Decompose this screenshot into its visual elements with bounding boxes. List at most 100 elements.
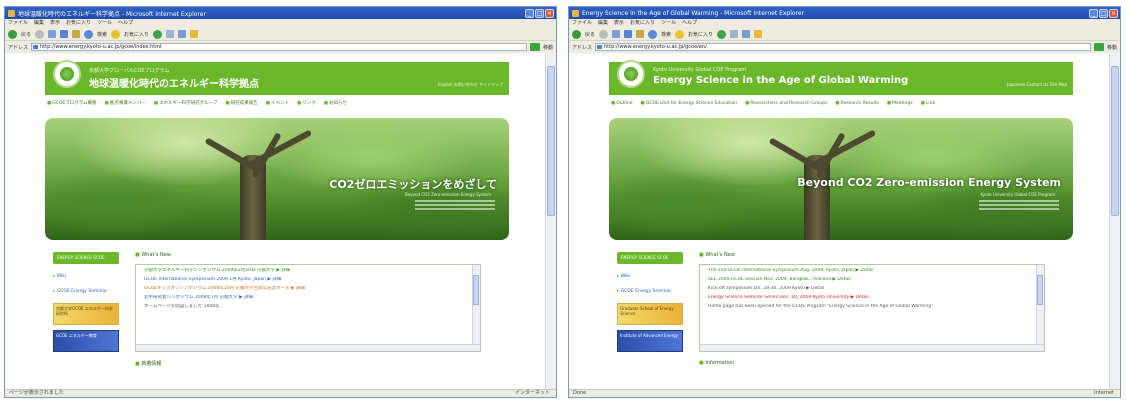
sidebar-link[interactable]: GCOE Energy Seminar [617,289,683,294]
folder-icon[interactable] [190,30,199,38]
news-scrollbar[interactable] [472,265,480,351]
news-item[interactable]: 京都大学エネルギー科学シンポジウム 2009年2月20日 京都大学 ▶ 詳細 [144,268,464,273]
refresh-icon[interactable] [624,30,633,38]
news-item[interactable]: SEE 2009 GCOE Session Nov. 2009, Bangkok… [708,277,1028,282]
stop-icon[interactable] [48,30,57,38]
print-icon[interactable] [178,30,187,38]
favorites-button-label[interactable]: お気に入り [124,31,149,38]
sidebar-image-link[interactable]: 京都大学GCOE エネルギー科学研究所 [53,303,119,325]
news-scroll-thumb[interactable] [1037,275,1043,305]
print-icon[interactable] [742,30,751,38]
news-item[interactable]: ホームページを開設しました 2008年 [144,304,464,309]
window-titlebar[interactable]: Energy Science in the Age of Global Warm… [569,7,1120,19]
back-button-label[interactable]: 戻る [21,31,31,38]
menu-item[interactable]: お気に入り [630,19,655,28]
search-icon[interactable] [648,29,658,39]
stop-icon[interactable] [612,30,621,38]
nav-link[interactable]: エネルギー科学研究グループ [154,101,217,117]
forward-arrow-icon[interactable] [35,29,45,39]
mail-icon[interactable] [166,30,175,38]
nav-link[interactable]: Meetings [887,101,913,117]
nav-link[interactable]: イベント [266,101,289,117]
back-arrow-icon[interactable] [8,29,17,39]
page-scroll-thumb[interactable] [1111,66,1119,216]
page-scrollbar[interactable] [1109,54,1120,391]
gcoe-logo[interactable] [53,60,81,88]
home-icon[interactable] [72,30,81,38]
menu-item[interactable]: ヘルプ [118,19,133,28]
menu-item[interactable]: ヘルプ [682,19,697,28]
address-input[interactable]: http://www.energy.kyoto-u.ac.jp/gcoe/en/ [595,43,1091,51]
nav-link[interactable]: Outline [611,101,632,117]
mail-icon[interactable] [730,30,739,38]
minimize-button[interactable]: _ [525,8,534,18]
gcoe-logo[interactable] [617,60,645,88]
search-button-label[interactable]: 検索 [97,31,107,38]
nav-link[interactable]: Researchers and Research Groups [745,101,827,117]
nav-link[interactable]: GCOEプログラム概要 [47,101,96,117]
close-button[interactable]: × [545,8,554,18]
menu-item[interactable]: ツール [661,19,676,28]
sidebar-link[interactable]: Wiki [617,274,683,279]
favorites-star-icon[interactable] [675,29,685,39]
nav-link[interactable]: 研究成果報告 [225,101,258,117]
menu-item[interactable]: ファイル [8,19,28,28]
search-button-label[interactable]: 検索 [661,31,671,38]
home-icon[interactable] [636,30,645,38]
forward-arrow-icon[interactable] [599,29,609,39]
news-item[interactable]: GCOEキックオフシンポジウム 2008年10月 京都大学百周年記念ホール ▶ … [144,286,464,291]
news-horizontal-scrollbar[interactable] [136,344,480,351]
search-icon[interactable] [84,29,94,39]
back-button-label[interactable]: 戻る [585,31,595,38]
sidebar-banner[interactable]: ENERGY SCIENCE GCOE [53,252,119,264]
menu-item[interactable]: ファイル [572,19,592,28]
nav-link[interactable]: お知らせ [324,101,347,117]
news-item[interactable]: 若手研究者シンポジウム 2008年7月 京都大学 ▶ 詳細 [144,295,464,300]
sidebar-image-link[interactable]: Graduate School of Energy Science [617,303,683,325]
news-scrollbar[interactable] [1036,265,1044,351]
news-scroll-thumb[interactable] [473,275,479,305]
maximize-button[interactable]: □ [1099,8,1108,18]
news-item[interactable]: The 2nd GCOE International Symposium Aug… [708,268,1028,273]
menu-item[interactable]: ツール [97,19,112,28]
page-scroll-thumb[interactable] [547,66,555,216]
refresh-icon[interactable] [60,30,69,38]
history-icon[interactable] [153,29,163,39]
news-horizontal-scrollbar[interactable] [700,344,1044,351]
go-button-label[interactable]: 移動 [543,44,553,51]
page-scrollbar[interactable] [545,54,556,391]
history-icon[interactable] [717,29,727,39]
news-item[interactable]: GCOE International Symposium 2009 1月 Kyo… [144,277,464,282]
news-item[interactable]: Energy Science Seminar Series Dec. 10, 2… [708,295,1028,300]
window-titlebar[interactable]: 地球温暖化時代のエネルギー科学拠点 - Microsoft Internet E… [5,7,556,19]
back-arrow-icon[interactable] [572,29,581,39]
header-links[interactable]: English お問い合わせ サイトマップ [438,82,503,88]
sidebar-link[interactable]: GCOE Energy Seminar [53,289,119,294]
close-button[interactable]: × [1109,8,1118,18]
menu-item[interactable]: 表示 [614,19,624,28]
menu-item[interactable]: 表示 [50,19,60,28]
favorites-star-icon[interactable] [111,29,121,39]
menu-item[interactable]: お気に入り [66,19,91,28]
maximize-button[interactable]: □ [535,8,544,18]
nav-link[interactable]: 拠点事業メンバー [105,101,146,117]
sidebar-link[interactable]: Wiki [53,274,119,279]
news-item[interactable]: Kick-off symposium Jan. 28-30, 2009 Kyot… [708,286,1028,291]
menu-item[interactable]: 編集 [598,19,608,28]
go-button-label[interactable]: 移動 [1107,44,1117,51]
header-links[interactable]: Japanese Contact Us Site Map [1007,82,1067,87]
minimize-button[interactable]: _ [1089,8,1098,18]
folder-icon[interactable] [754,30,763,38]
go-arrow-icon[interactable] [529,43,540,51]
sidebar-image-link[interactable]: GCOE エネルギー教育 [53,330,119,352]
go-arrow-icon[interactable] [1093,43,1104,51]
nav-link[interactable]: Research Results [835,101,879,117]
sidebar-banner[interactable]: ENERGY SCIENCE GCOE [617,252,683,264]
menu-item[interactable]: 編集 [34,19,44,28]
nav-link[interactable]: GCOE Unit for Energy Science Education [641,101,737,117]
sidebar-image-link[interactable]: Institute of Advanced Energy [617,330,683,352]
nav-link[interactable]: リンク [297,101,316,117]
favorites-button-label[interactable]: お気に入り [688,31,713,38]
news-item[interactable]: Home page has been opened for the GCOE P… [708,304,1028,309]
nav-link[interactable]: Link [921,101,935,117]
